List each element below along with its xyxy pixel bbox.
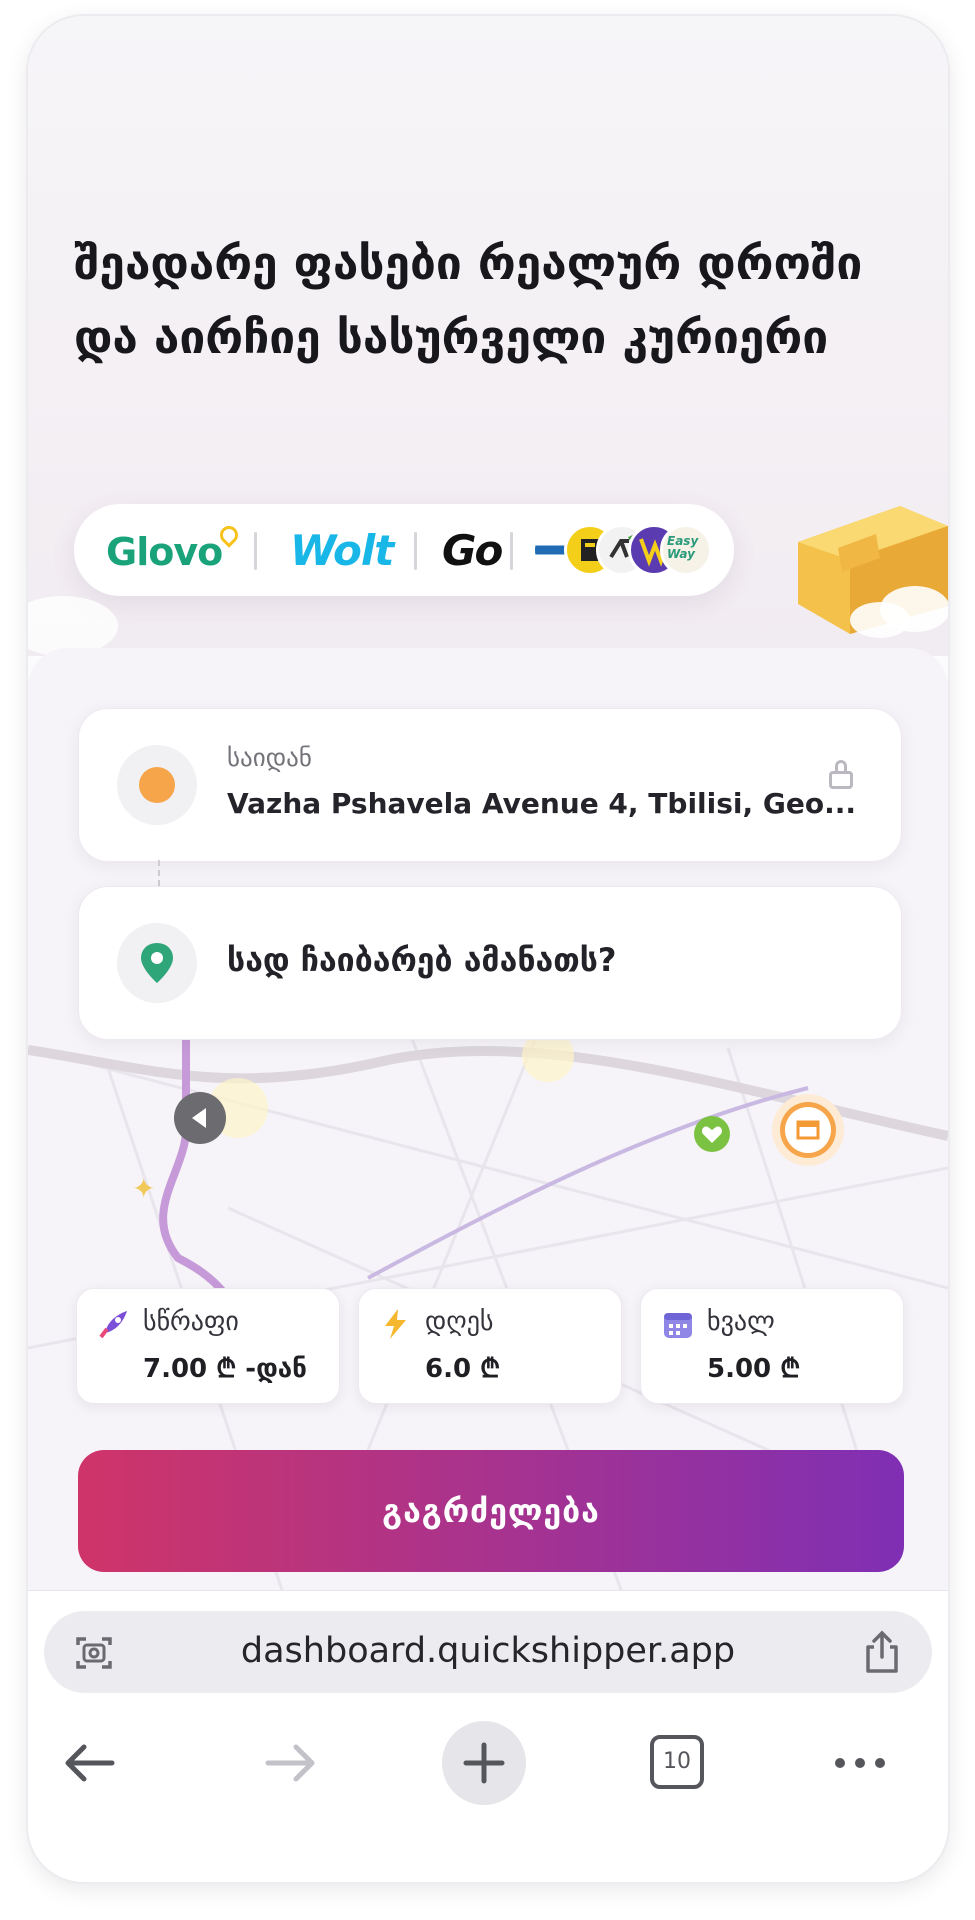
divider: [254, 532, 257, 570]
option-label: ხვალ: [707, 1307, 775, 1337]
tab-count-button[interactable]: 10: [650, 1735, 704, 1789]
location-pin-icon: [117, 923, 197, 1003]
favorite-marker-icon: [694, 1116, 730, 1152]
share-icon[interactable]: [862, 1629, 902, 1675]
delivery-option-today[interactable]: დღეს 6.0 ₾: [358, 1288, 622, 1404]
url-text: dashboard.quickshipper.app: [240, 1631, 736, 1671]
sparkle-icon: ✦: [132, 1172, 156, 1205]
tab-count: 10: [663, 1749, 691, 1774]
option-label: დღეს: [425, 1307, 494, 1337]
phone-screen: შეადარე ფასები რეალურ დროში და აირჩიე სა…: [28, 16, 948, 1882]
page-headline: შეადარე ფასები რეალურ დროში და აირჩიე სა…: [74, 236, 863, 364]
more-options-icon[interactable]: [830, 1751, 890, 1775]
cloud-decoration: [28, 596, 118, 656]
option-price: 5.00 ₾: [707, 1354, 801, 1384]
delivery-option-tomorrow[interactable]: ხვალ 5.00 ₾: [640, 1288, 904, 1404]
forward-arrow-icon[interactable]: [260, 1741, 320, 1785]
new-tab-button[interactable]: [442, 1721, 526, 1805]
wolt-logo: Wolt: [290, 526, 394, 575]
rocket-icon: [99, 1311, 127, 1339]
dropoff-address-field[interactable]: სად ჩაიბარებ ამანათს?: [78, 886, 902, 1040]
pickup-address-field[interactable]: საიდან Vazha Pshavela Avenue 4, Tbilisi,…: [78, 708, 902, 862]
divider: [510, 532, 513, 570]
back-arrow-icon[interactable]: [60, 1741, 120, 1785]
hero-section: შეადარე ფასები რეალურ დროში და აირჩიე სა…: [28, 16, 948, 656]
lightning-icon: [385, 1309, 406, 1339]
store-marker-icon: [772, 1094, 844, 1166]
delivery-option-fast[interactable]: სწრაფი 7.00 ₾ -დან: [76, 1288, 340, 1404]
easyway-logo: Easy Way: [660, 524, 712, 576]
option-price: 6.0 ₾: [425, 1354, 501, 1384]
go-logo: Go: [442, 526, 503, 575]
continue-button[interactable]: გაგრძელება: [78, 1450, 904, 1572]
pickup-address-value: Vazha Pshavela Avenue 4, Tbilisi, Geo...: [227, 787, 857, 820]
navigation-marker-icon: [174, 1092, 226, 1144]
calendar-icon: [664, 1313, 692, 1338]
package-illustration: [780, 486, 948, 638]
pickup-dot-icon: [117, 745, 197, 825]
delivery-options: სწრაფი 7.00 ₾ -დან დღეს 6.0 ₾ ხვალ 5.00 …: [76, 1288, 904, 1404]
courier-logos-bar: Glovo Wolt Go Easy Way: [74, 504, 734, 596]
browser-toolbar: dashboard.quickshipper.app 10: [28, 1590, 948, 1882]
divider: [414, 532, 417, 570]
pickup-label: საიდან: [227, 743, 312, 772]
plus-icon: [463, 1742, 505, 1784]
option-price: 7.00 ₾ -დან: [143, 1354, 307, 1384]
address-bar[interactable]: dashboard.quickshipper.app: [44, 1611, 932, 1693]
glovo-logo: Glovo: [106, 522, 242, 574]
option-label: სწრაფი: [143, 1307, 239, 1337]
lock-icon: [829, 760, 853, 789]
dropoff-placeholder: სად ჩაიბარებ ამანათს?: [227, 941, 617, 979]
